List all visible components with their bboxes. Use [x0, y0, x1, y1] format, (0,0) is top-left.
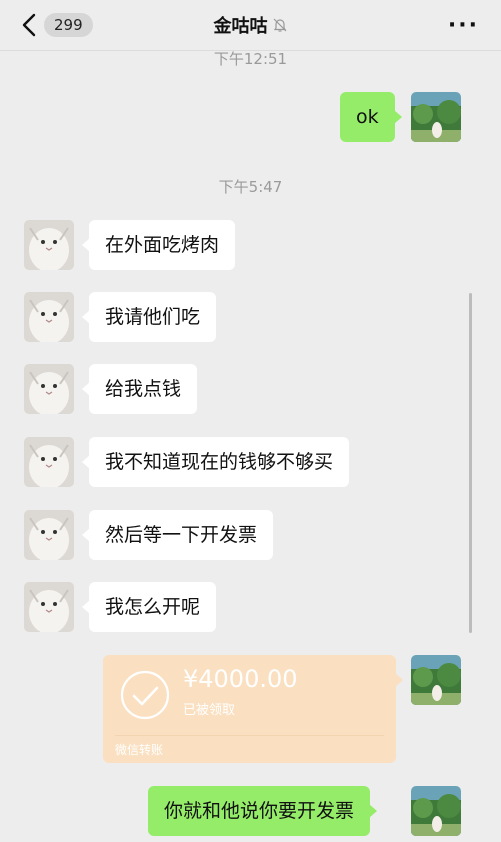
contact-avatar[interactable]: [24, 582, 74, 632]
message-bubble-contact[interactable]: 在外面吃烤肉: [81, 220, 236, 270]
contact-avatar[interactable]: [24, 437, 74, 487]
message-bubble-contact[interactable]: 我怎么开呢: [81, 582, 217, 632]
more-options-button[interactable]: ···: [448, 13, 479, 38]
transfer-status: 已被领取: [183, 703, 236, 718]
message-bubble-contact[interactable]: 我不知道现在的钱够不够买: [81, 437, 350, 487]
message-bubble-contact[interactable]: 给我点钱: [81, 364, 198, 414]
self-avatar[interactable]: [411, 655, 461, 705]
contact-avatar[interactable]: [24, 220, 74, 270]
self-avatar[interactable]: [411, 786, 461, 836]
message-bubble-contact[interactable]: 然后等一下开发票: [81, 510, 274, 560]
contact-avatar[interactable]: [24, 510, 74, 560]
chat-header: 299 金咕咕 ···: [0, 0, 501, 51]
timestamp: 下午5:47: [218, 178, 283, 196]
contact-avatar[interactable]: [24, 292, 74, 342]
contact-avatar[interactable]: [24, 364, 74, 414]
chat-title: 金咕咕: [0, 12, 501, 38]
check-circle-icon: [119, 669, 171, 725]
transfer-amount: ¥4000.00: [183, 665, 298, 693]
transfer-label: 微信转账: [115, 743, 164, 757]
mute-bell-icon: [272, 17, 288, 38]
divider: [115, 735, 384, 736]
contact-name: 金咕咕: [213, 16, 268, 37]
transfer-card[interactable]: ¥4000.00 已被领取 微信转账: [103, 655, 403, 763]
message-bubble-self[interactable]: ok: [340, 92, 402, 142]
message-bubble-contact[interactable]: 我请他们吃: [81, 292, 217, 342]
timestamp: 下午12:51: [213, 50, 288, 68]
message-bubble-self[interactable]: 你就和他说你要开发票: [148, 786, 378, 836]
scrollbar[interactable]: [469, 293, 472, 633]
self-avatar[interactable]: [411, 92, 461, 142]
